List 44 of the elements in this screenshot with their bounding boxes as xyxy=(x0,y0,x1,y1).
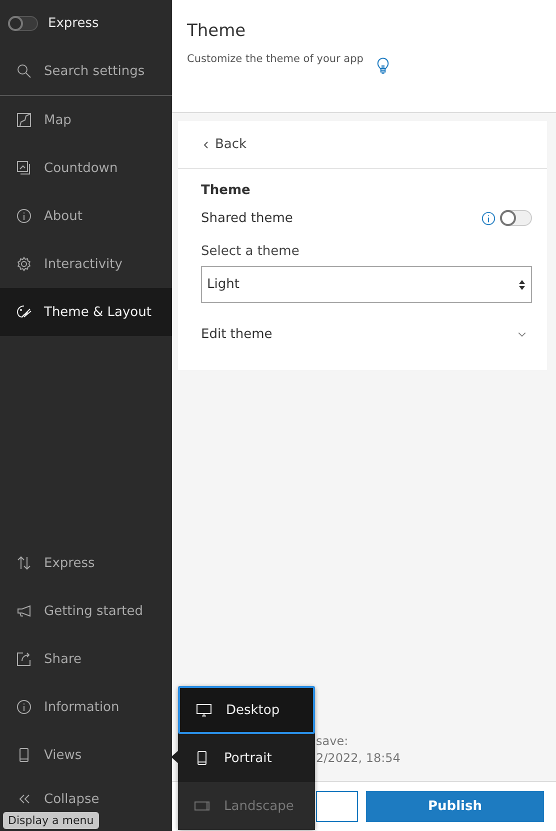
last-save-text: save: xyxy=(316,733,350,750)
share-icon xyxy=(16,651,32,667)
info-icon[interactable] xyxy=(481,210,496,226)
sidebar-item[interactable]: Express xyxy=(0,539,172,587)
last-save-text: 2/2022, 18:54 xyxy=(316,750,402,767)
map-icon xyxy=(16,112,32,128)
sidebar-item[interactable]: Share xyxy=(0,635,172,683)
sidebar-item[interactable]: Getting started xyxy=(0,587,172,635)
chevron-left-icon xyxy=(203,140,209,150)
palette-icon xyxy=(16,304,32,320)
search-icon xyxy=(16,63,32,79)
setting-label: Shared theme xyxy=(201,210,293,226)
sidebar-item[interactable]: Map xyxy=(0,96,172,144)
sidebar-item[interactable]: Countdown xyxy=(0,144,172,192)
page-subtitle: Customize the theme of your app xyxy=(187,53,364,65)
info-icon xyxy=(16,208,32,224)
sidebar-item[interactable]: About xyxy=(0,192,172,240)
publish-button[interactable]: Publish xyxy=(366,791,544,822)
accordion-header[interactable]: Edit theme xyxy=(201,327,532,342)
field-label: Select a theme xyxy=(201,244,300,259)
sidebar-item[interactable]: Views xyxy=(0,731,172,779)
chevron-down-icon xyxy=(517,331,527,338)
settings-icon xyxy=(16,256,32,272)
toggle-switch[interactable] xyxy=(8,16,38,31)
stacked-frames-icon xyxy=(16,160,32,176)
theme-dropdown[interactable]: Light xyxy=(201,266,532,303)
sidebar-item[interactable]: Theme & Layout xyxy=(0,288,172,336)
tooltip: Display a menu xyxy=(3,812,99,829)
monitor-icon xyxy=(196,702,212,718)
back-link[interactable]: Back xyxy=(178,121,547,169)
page-title: Theme xyxy=(187,21,247,41)
menu-item[interactable]: Desktop xyxy=(178,686,315,734)
sidebar-item[interactable]: Information xyxy=(0,683,172,731)
sort-arrows-icon xyxy=(518,278,526,290)
megaphone-icon xyxy=(16,603,32,619)
secondary-button[interactable] xyxy=(316,791,358,822)
lightbulb-icon[interactable] xyxy=(377,57,390,75)
up-down-arrows-icon xyxy=(16,555,32,571)
sidebar-item[interactable]: Interactivity xyxy=(0,240,172,288)
info-icon xyxy=(16,699,32,715)
menu-item[interactable]: Portrait xyxy=(178,734,315,782)
sidebar-item[interactable]: Collapse xyxy=(0,779,172,809)
section-title: Theme xyxy=(201,183,252,198)
toggle-label: Express xyxy=(48,16,99,31)
